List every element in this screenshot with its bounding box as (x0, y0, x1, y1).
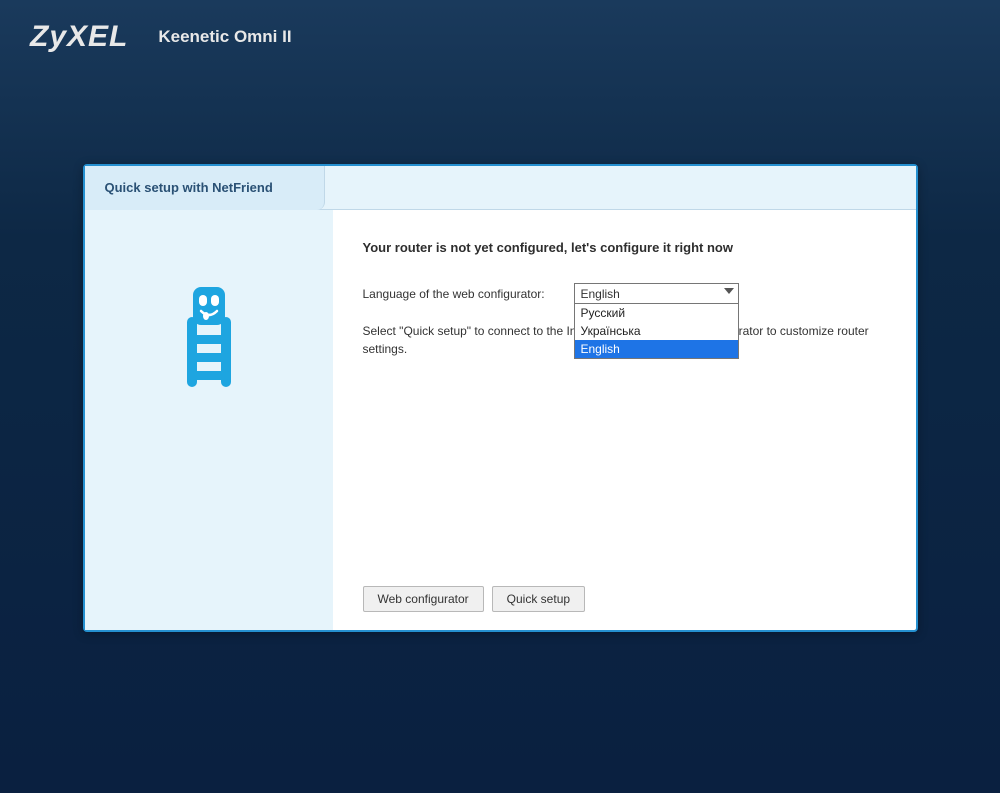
language-row: Language of the web configurator: Englis… (363, 283, 886, 304)
sidebar (85, 210, 333, 630)
language-dropdown: Русский Українська English (574, 304, 739, 359)
web-configurator-button[interactable]: Web configurator (363, 586, 484, 612)
language-option-ukrainian[interactable]: Українська (575, 322, 738, 340)
language-select-wrapper: English Русский Українська English (574, 283, 739, 304)
quick-setup-button[interactable]: Quick setup (492, 586, 585, 612)
tabs-row: Quick setup with NetFriend (85, 166, 916, 210)
chevron-down-icon (724, 288, 734, 294)
mascot-icon (179, 285, 239, 395)
app-header: ZyXEL Keenetic Omni II (0, 0, 1000, 74)
page-title: Your router is not yet configured, let's… (363, 240, 886, 255)
main-content: Your router is not yet configured, let's… (333, 210, 916, 630)
model-name: Keenetic Omni II (158, 27, 291, 47)
language-option-english[interactable]: English (575, 340, 738, 358)
brand-logo: ZyXEL (30, 20, 128, 54)
content-area: Your router is not yet configured, let's… (85, 210, 916, 630)
button-row: Web configurator Quick setup (363, 586, 586, 612)
language-label: Language of the web configurator: (363, 287, 559, 301)
main-panel: Quick setup with NetFriend (83, 164, 918, 632)
language-selected-value: English (581, 287, 620, 301)
tab-quick-setup[interactable]: Quick setup with NetFriend (85, 166, 325, 210)
language-select[interactable]: English (574, 283, 739, 304)
language-option-russian[interactable]: Русский (575, 304, 738, 322)
